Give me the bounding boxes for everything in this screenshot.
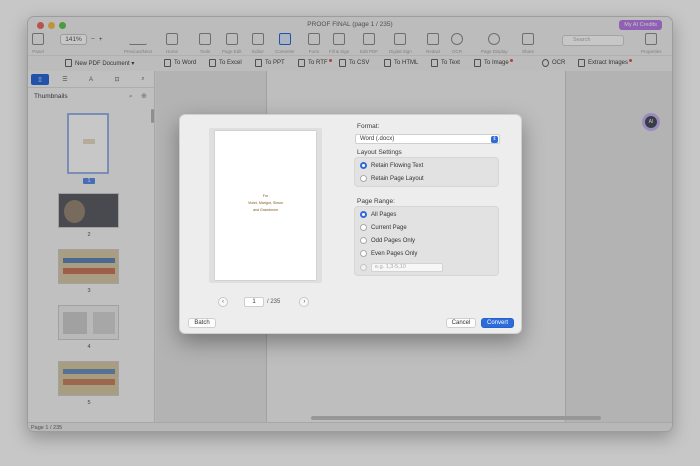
- option-retain-page-layout[interactable]: Retain Page Layout: [360, 175, 424, 182]
- option-odd-pages[interactable]: Odd Pages Only: [360, 237, 415, 244]
- radio-icon: [360, 211, 367, 218]
- layout-settings-group: Retain Flowing Text Retain Page Layout: [354, 157, 499, 187]
- format-label: Format:: [357, 123, 380, 130]
- option-label: All Pages: [371, 211, 397, 218]
- option-even-pages[interactable]: Even Pages Only: [360, 250, 417, 257]
- radio-icon: [360, 250, 367, 257]
- option-all-pages[interactable]: All Pages: [360, 211, 396, 218]
- page-preview: For Violet, Marigot, Simon and Grandmom: [209, 128, 322, 283]
- page-range-group: All Pages Current Page Odd Pages Only Ev…: [354, 206, 499, 276]
- convert-button[interactable]: Convert: [481, 318, 514, 328]
- radio-icon: [360, 175, 367, 182]
- radio-icon: [360, 224, 367, 231]
- option-label: Retain Page Layout: [371, 175, 424, 182]
- radio-icon: [360, 162, 367, 169]
- layout-settings-label: Layout Settings: [357, 149, 402, 156]
- next-page-button[interactable]: ›: [299, 297, 310, 307]
- convert-dialog: For Violet, Marigot, Simon and Grandmom …: [179, 114, 522, 334]
- page-navigator: ‹ 1 / 235 ›: [218, 296, 313, 308]
- batch-button[interactable]: Batch: [188, 318, 216, 328]
- radio-icon: [360, 264, 367, 271]
- page-range-label: Page Range:: [357, 198, 395, 205]
- format-value: Word (.docx): [360, 136, 395, 142]
- total-pages: / 235: [267, 299, 281, 305]
- option-label: Current Page: [371, 224, 407, 231]
- preview-line: For: [262, 194, 269, 198]
- preview-line: and Grandmom: [253, 208, 278, 212]
- option-label: Even Pages Only: [371, 250, 418, 257]
- option-custom-range[interactable]: e.g. 1,3-5,10: [360, 263, 443, 272]
- option-label: Retain Flowing Text: [371, 162, 424, 169]
- page-number-input[interactable]: 1: [244, 297, 264, 307]
- prev-page-button[interactable]: ‹: [218, 297, 228, 307]
- preview-line: Violet, Marigot, Simon: [247, 201, 284, 205]
- option-current-page[interactable]: Current Page: [360, 224, 407, 231]
- radio-icon: [360, 237, 367, 244]
- option-retain-flowing-text[interactable]: Retain Flowing Text: [360, 162, 423, 169]
- chevron-updown-icon: ⇕: [491, 136, 498, 143]
- format-select[interactable]: Word (.docx) ⇕: [355, 134, 500, 144]
- custom-range-input[interactable]: e.g. 1,3-5,10: [371, 263, 443, 272]
- cancel-button[interactable]: Cancel: [446, 318, 476, 328]
- option-label: Odd Pages Only: [371, 237, 416, 244]
- preview-page: For Violet, Marigot, Simon and Grandmom: [215, 131, 316, 280]
